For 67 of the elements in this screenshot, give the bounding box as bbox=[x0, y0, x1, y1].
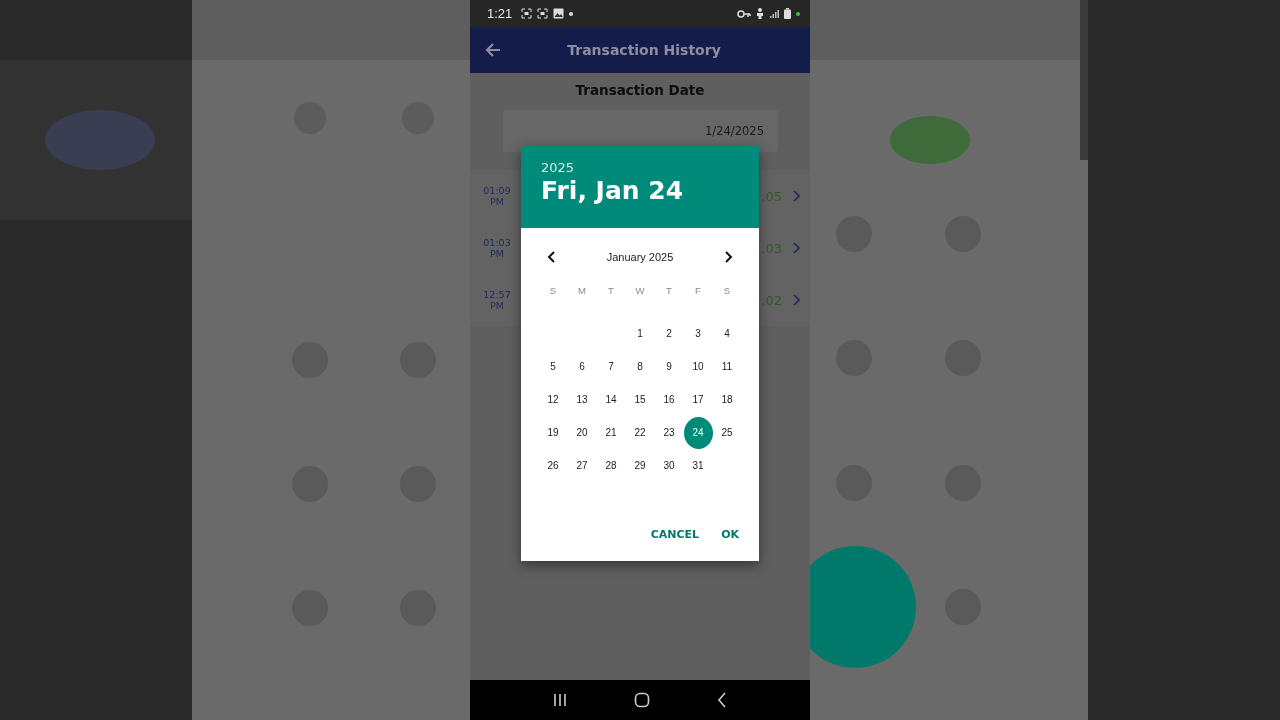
image-icon bbox=[553, 8, 565, 19]
weekday-label: T bbox=[607, 285, 615, 298]
calendar-day[interactable]: 15 bbox=[628, 387, 652, 412]
picker-selected-date: Fri, Jan 24 bbox=[541, 176, 685, 205]
dialog-button[interactable]: CANCEL bbox=[642, 522, 708, 547]
battery-icon bbox=[784, 8, 791, 19]
signal-icon bbox=[769, 8, 779, 19]
calendar-day[interactable]: 31 bbox=[686, 453, 710, 478]
calendar-day[interactable]: 10 bbox=[686, 354, 710, 379]
calendar-day[interactable]: 19 bbox=[541, 420, 565, 445]
calendar-day[interactable]: 30 bbox=[657, 453, 681, 478]
calendar-day[interactable]: 1 bbox=[628, 321, 652, 346]
previous-month-button[interactable] bbox=[547, 250, 557, 264]
weekday-label: F bbox=[694, 285, 702, 298]
screenshot-icon bbox=[521, 8, 533, 19]
calendar-day[interactable]: 27 bbox=[570, 453, 594, 478]
screenshot-icon bbox=[537, 8, 549, 19]
calendar-day[interactable]: 21 bbox=[599, 420, 623, 445]
calendar-day[interactable]: 14 bbox=[599, 387, 623, 412]
calendar-day[interactable]: 29 bbox=[628, 453, 652, 478]
status-time: 1:21 bbox=[487, 6, 513, 21]
calendar-day[interactable]: 16 bbox=[657, 387, 681, 412]
calendar-day[interactable]: 3 bbox=[686, 321, 710, 346]
weekday-label: W bbox=[634, 285, 646, 298]
next-month-button[interactable] bbox=[723, 250, 733, 264]
transaction-time: 01:03 PM bbox=[482, 237, 512, 259]
transaction-amount: .05 bbox=[761, 188, 782, 204]
calendar-day[interactable]: 7 bbox=[599, 354, 623, 379]
calendar-day[interactable]: 18 bbox=[715, 387, 739, 412]
field-label: Transaction Date bbox=[574, 82, 706, 98]
weekday-label: T bbox=[665, 285, 673, 298]
home-button[interactable] bbox=[634, 692, 650, 708]
month-title: January 2025 bbox=[606, 251, 674, 263]
screen-title: Transaction History bbox=[566, 42, 722, 58]
weekday-label: S bbox=[548, 285, 558, 298]
transaction-time: 01:09 PM bbox=[482, 185, 512, 207]
dot-icon bbox=[569, 11, 574, 16]
recents-button[interactable] bbox=[553, 693, 568, 707]
transaction-amount: .03 bbox=[761, 240, 782, 256]
calendar-day[interactable]: 12 bbox=[541, 387, 565, 412]
back-nav-button[interactable] bbox=[716, 692, 727, 708]
transaction-amount: .02 bbox=[761, 292, 782, 308]
transaction-time: 12:57 PM bbox=[482, 289, 512, 311]
calendar-day[interactable]: 4 bbox=[715, 321, 739, 346]
dot-icon bbox=[796, 11, 800, 16]
calendar-day[interactable]: 2 bbox=[657, 321, 681, 346]
picker-year[interactable]: 2025 bbox=[541, 160, 739, 175]
calendar-day[interactable]: 6 bbox=[570, 354, 594, 379]
calendar-day[interactable]: 17 bbox=[686, 387, 710, 412]
calendar-day[interactable]: 13 bbox=[570, 387, 594, 412]
calendar-day[interactable]: 28 bbox=[599, 453, 623, 478]
weekday-label: M bbox=[577, 285, 587, 298]
calendar-day[interactable]: 11 bbox=[715, 354, 739, 379]
key-icon bbox=[737, 9, 751, 18]
calendar-day[interactable]: 8 bbox=[628, 354, 652, 379]
calendar-day[interactable]: 20 bbox=[570, 420, 594, 445]
calendar-day[interactable]: 25 bbox=[715, 420, 739, 445]
calendar-day[interactable]: 5 bbox=[541, 354, 565, 379]
calendar-day[interactable]: 9 bbox=[657, 354, 681, 379]
dialog-button[interactable]: OK bbox=[713, 522, 747, 547]
weekday-label: S bbox=[722, 285, 732, 298]
back-button[interactable] bbox=[484, 41, 502, 59]
calendar-day[interactable]: 24 bbox=[683, 416, 713, 449]
calendar-day[interactable]: 26 bbox=[541, 453, 565, 478]
calendar-day[interactable]: 22 bbox=[628, 420, 652, 445]
person-icon bbox=[756, 8, 764, 19]
calendar-day[interactable]: 23 bbox=[657, 420, 681, 445]
